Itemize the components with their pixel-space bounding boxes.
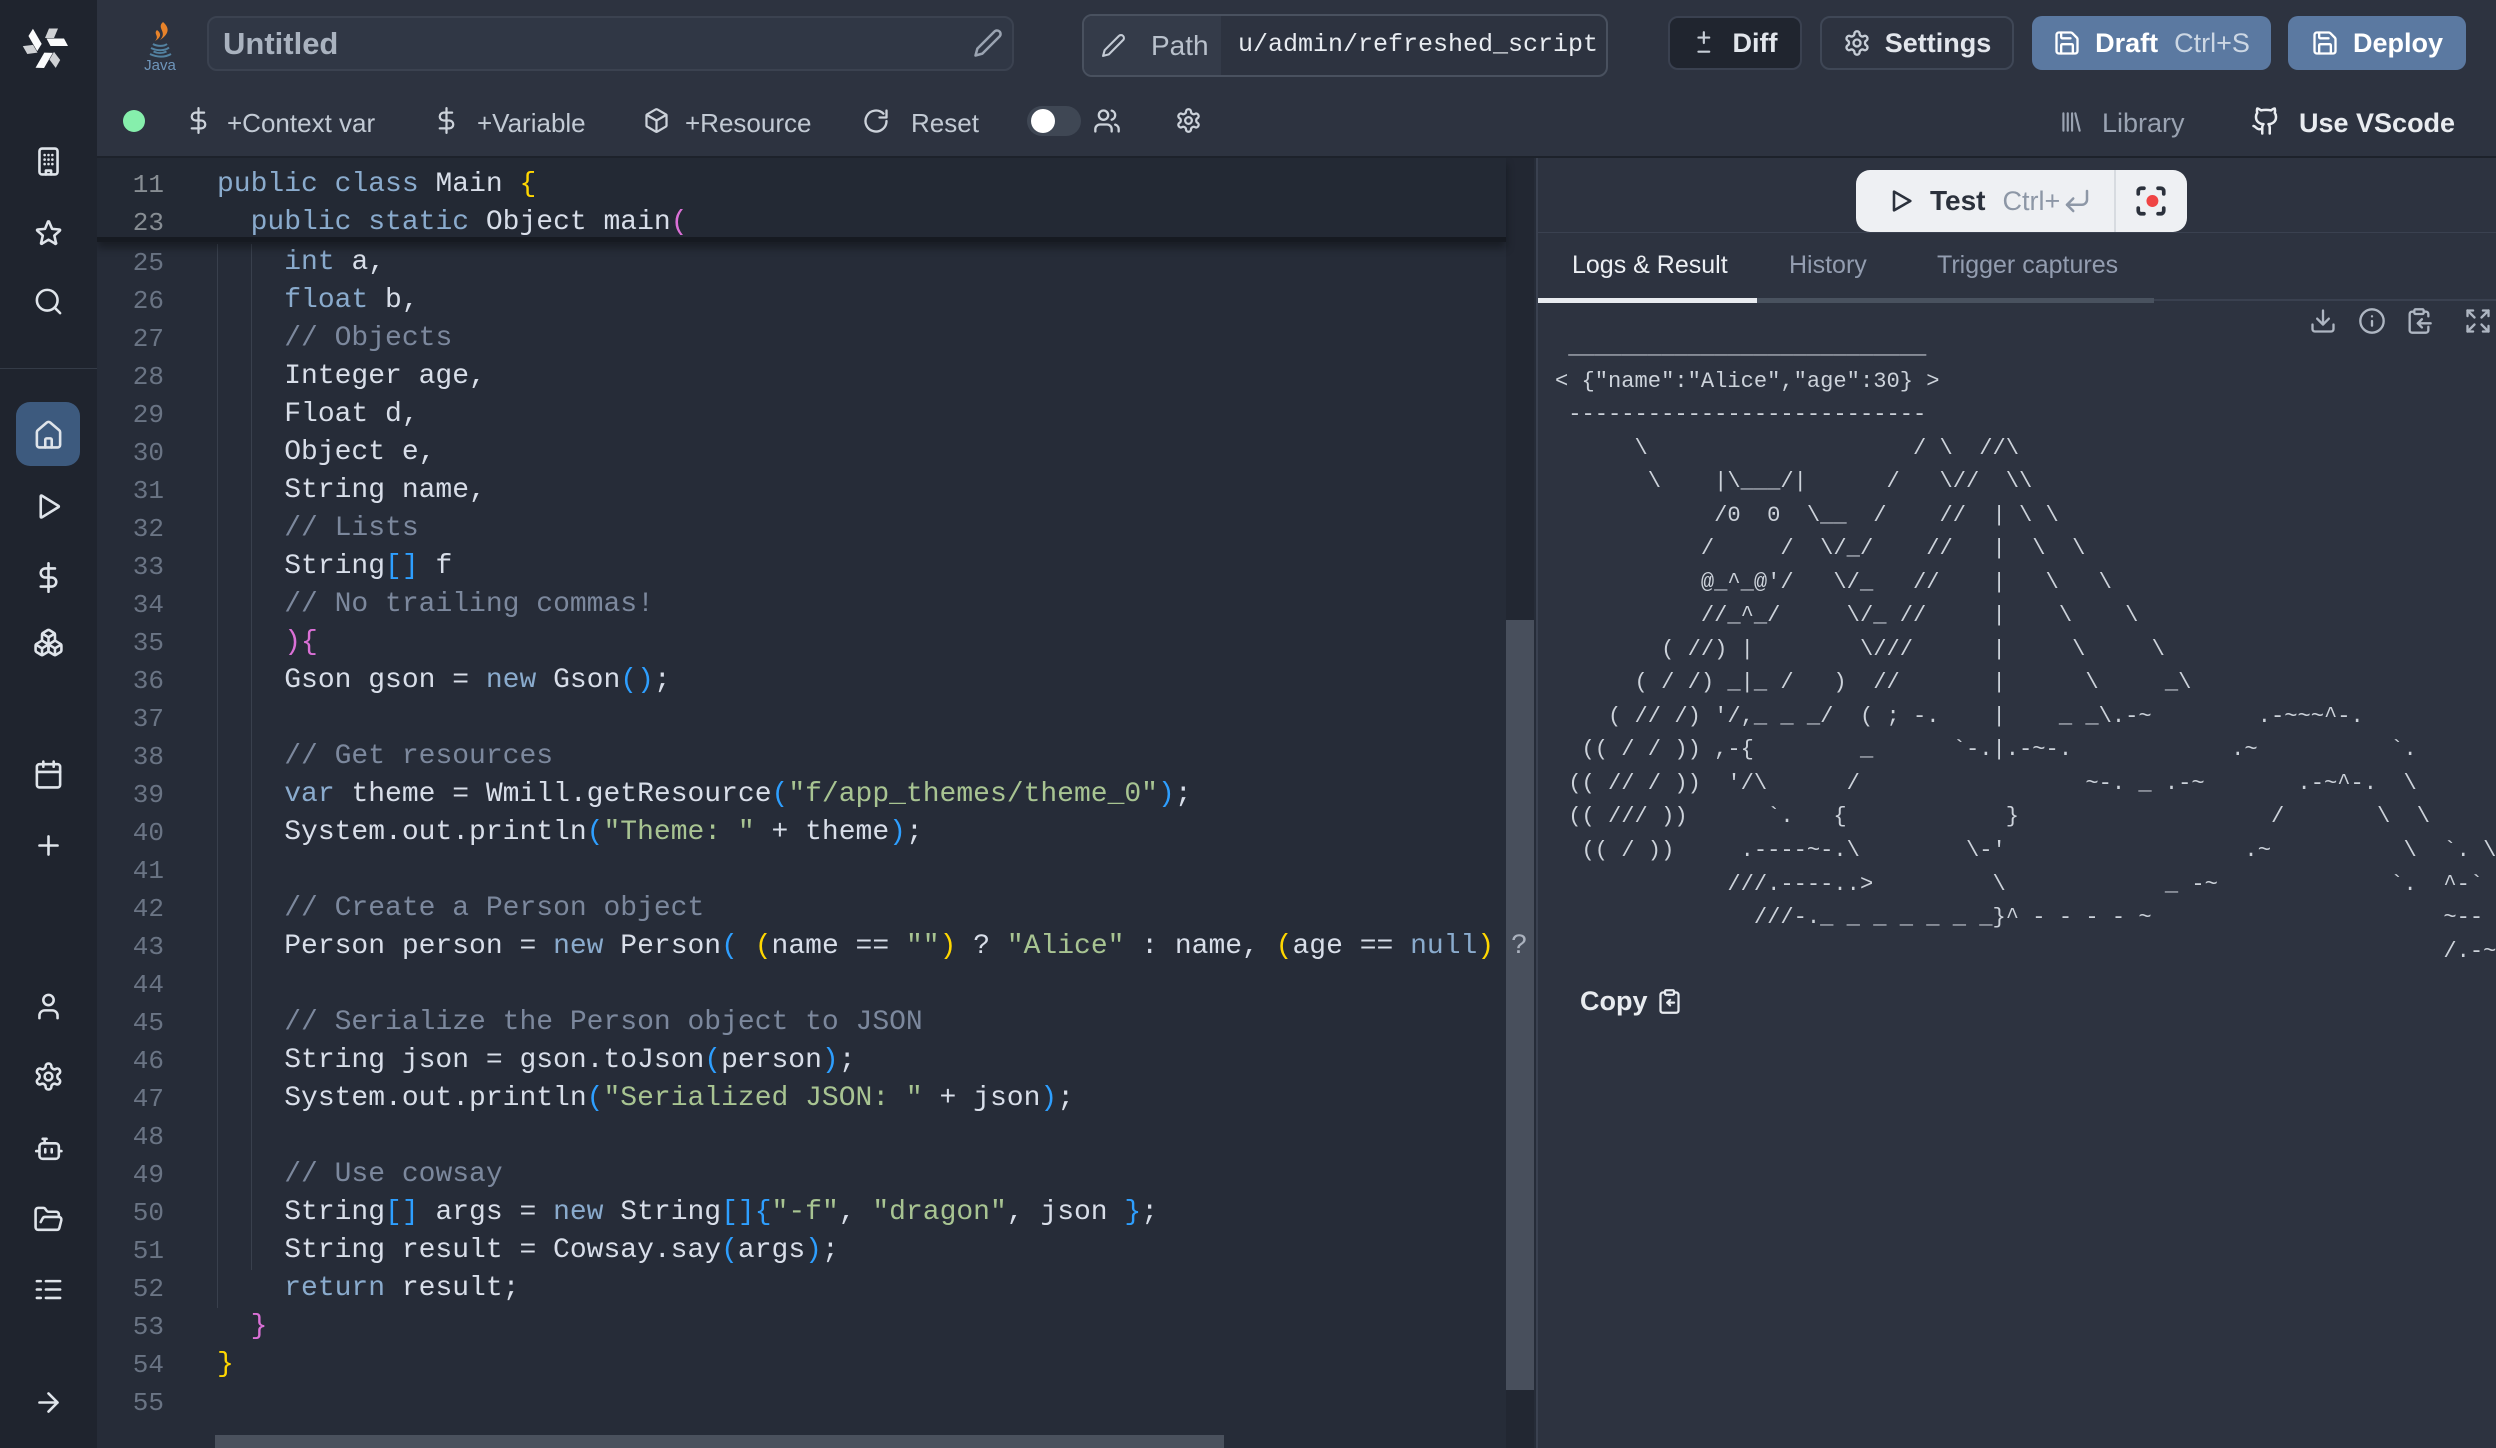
svg-text:Java: Java (144, 57, 176, 72)
